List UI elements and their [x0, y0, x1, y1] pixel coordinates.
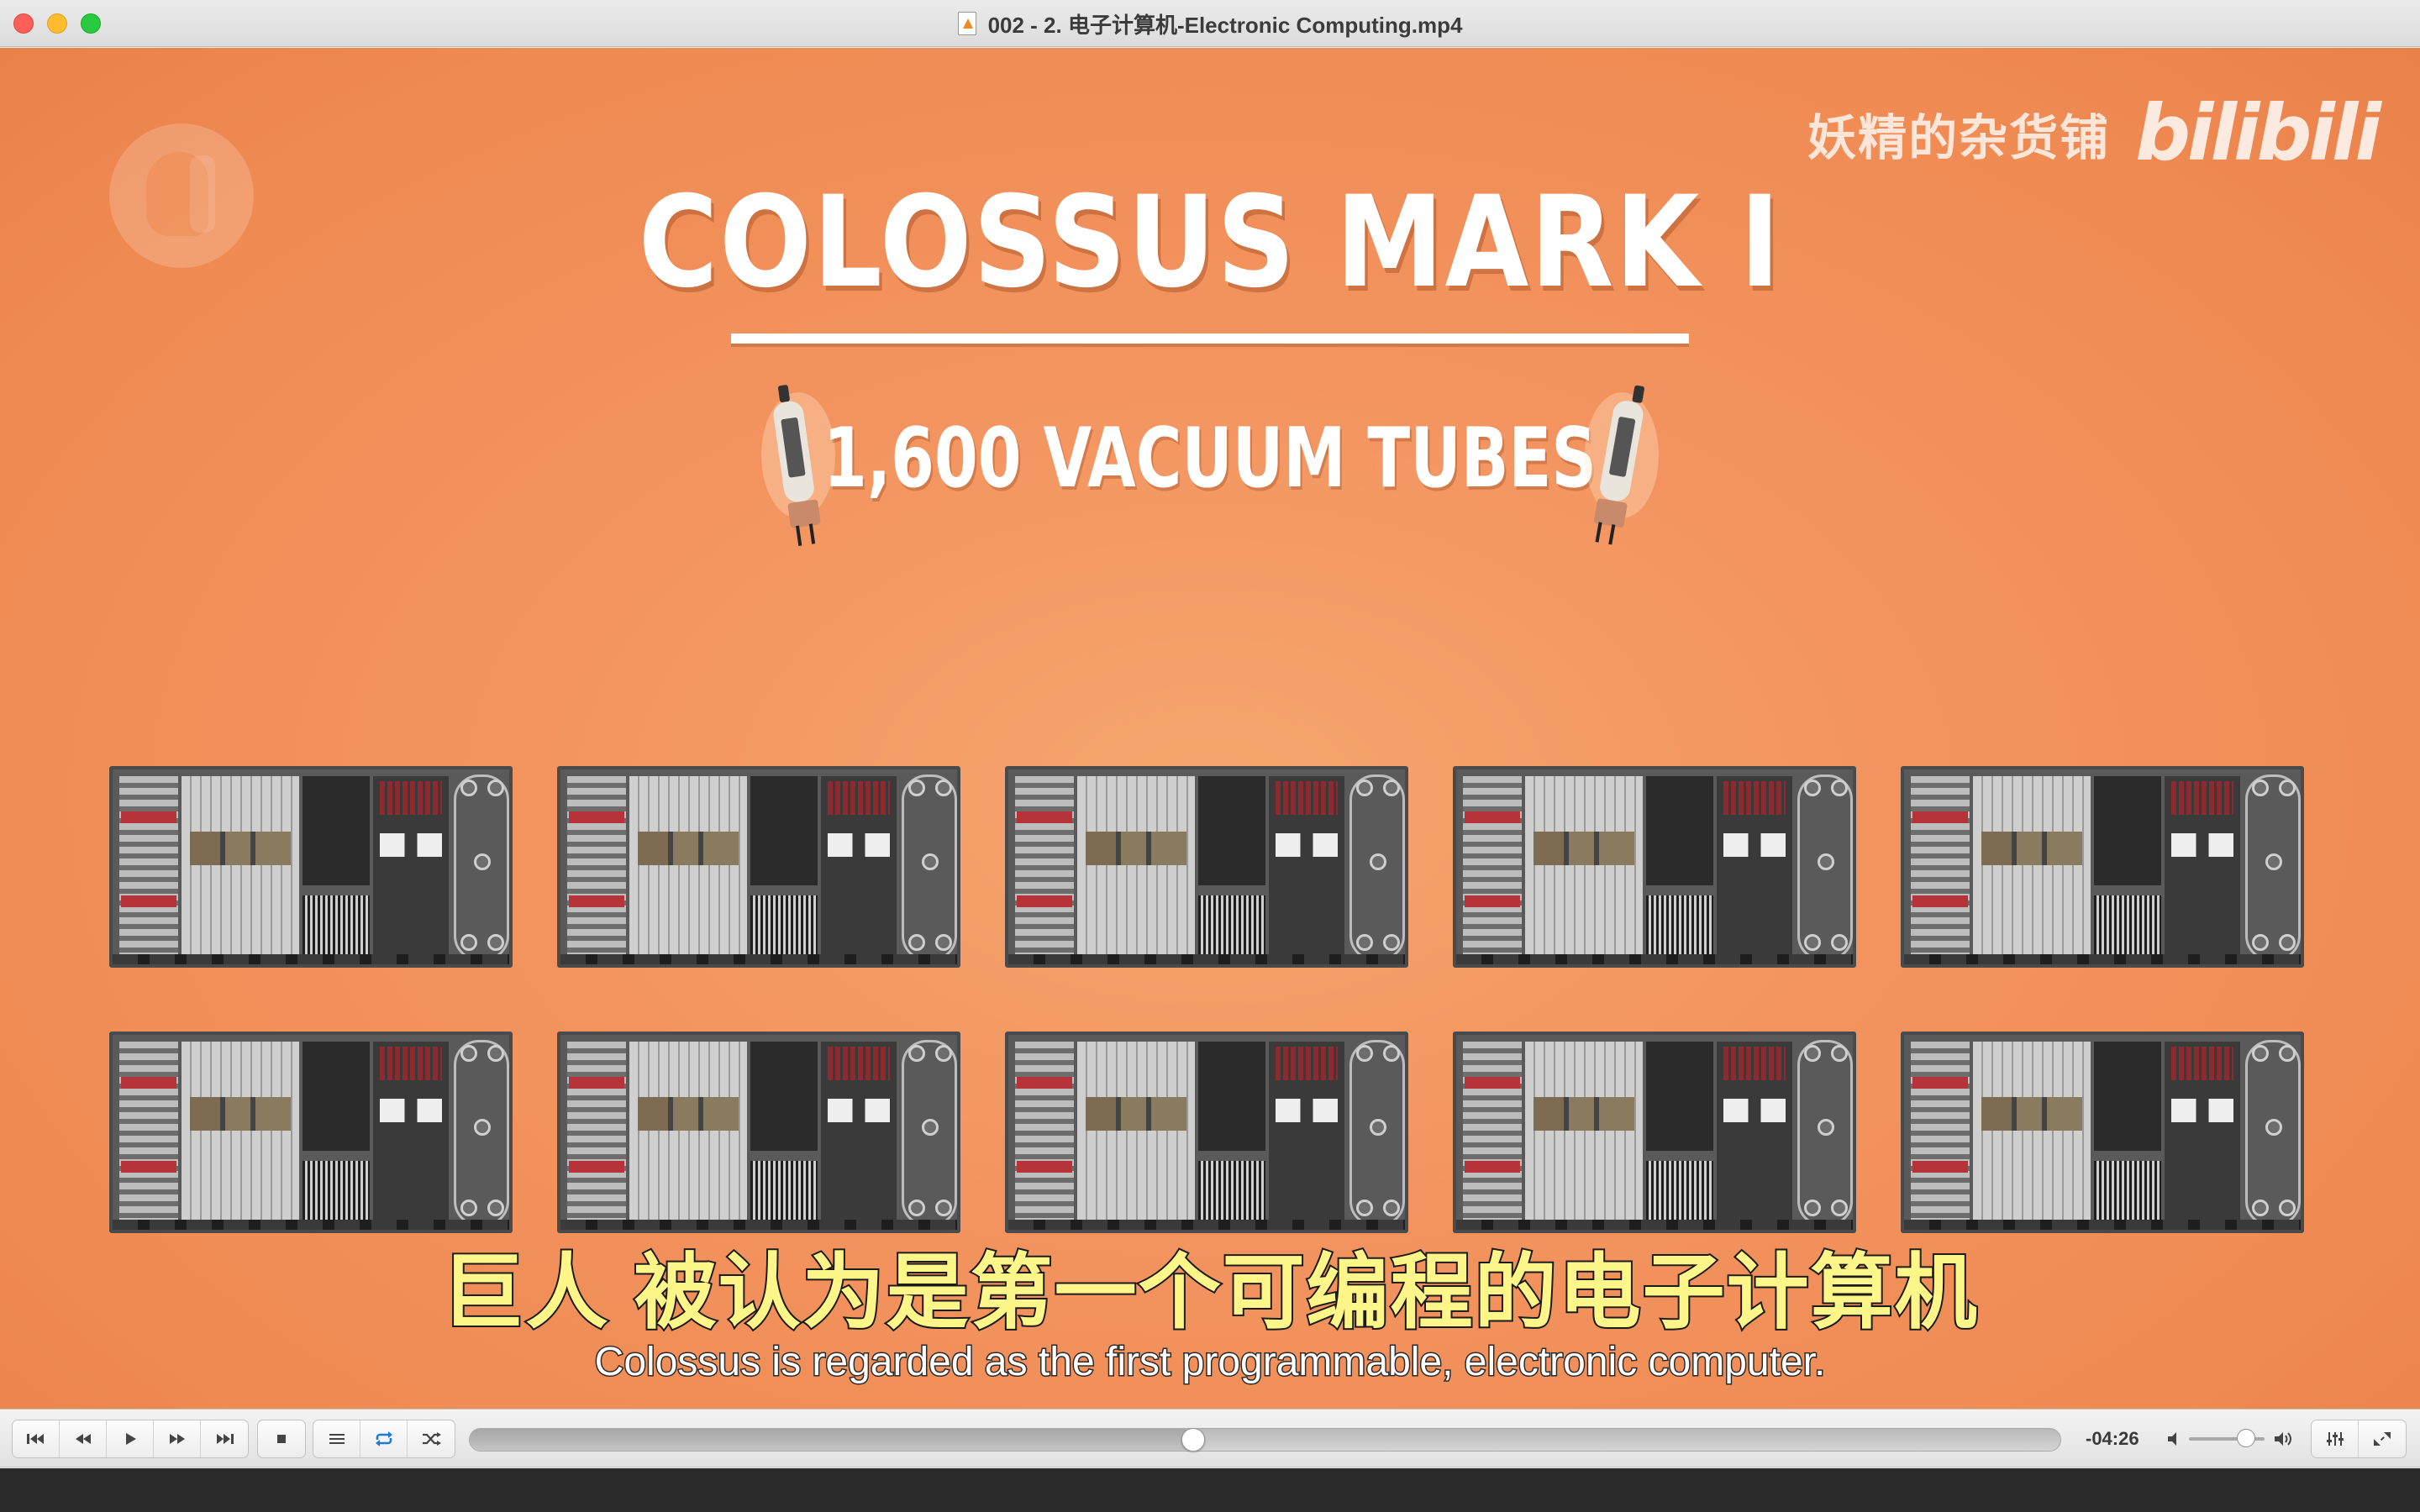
colossus-machine-illustration — [1901, 1032, 2304, 1233]
skip-to-end-icon — [217, 1434, 234, 1444]
rewind-icon — [75, 1434, 91, 1444]
fast-forward-button[interactable] — [154, 1420, 201, 1457]
loop-button[interactable] — [360, 1420, 408, 1457]
bilibili-logo: bilibili — [2135, 88, 2381, 178]
video-file-icon — [957, 12, 976, 35]
heading-underline — [731, 333, 1689, 344]
watermark-text: 妖精的杂货铺 — [1807, 110, 2111, 165]
playlist-mode-group — [313, 1420, 455, 1458]
colossus-machines-grid — [109, 766, 2311, 1236]
playlist-icon — [329, 1434, 345, 1444]
transport-button-group — [12, 1420, 249, 1458]
volume-slider-handle[interactable] — [2236, 1429, 2255, 1447]
shuffle-button[interactable] — [408, 1420, 455, 1457]
subtitle-chinese: 巨人 被认为是第一个可编程的电子计算机 — [439, 1244, 1979, 1340]
seek-bar-played — [470, 1429, 1194, 1451]
title-bar: 002 - 2. 电子计算机-Electronic Computing.mp4 — [0, 0, 2420, 47]
play-icon — [125, 1433, 136, 1445]
loop-icon — [375, 1431, 392, 1446]
colossus-machine-illustration — [109, 766, 513, 968]
video-frame[interactable]: 妖精的杂货铺 bilibili COLOSSUS MARK I 1,600 VA… — [0, 48, 2420, 1409]
volume-high-icon[interactable] — [2272, 1428, 2294, 1450]
window-title: 002 - 2. 电子计算机-Electronic Computing.mp4 — [987, 12, 1463, 38]
play-button[interactable] — [107, 1420, 154, 1457]
colossus-machine-illustration — [109, 1032, 513, 1233]
skip-forward-button[interactable] — [201, 1420, 248, 1457]
video-heading: COLOSSUS MARK I — [638, 170, 1782, 316]
volume-low-icon[interactable] — [2165, 1428, 2186, 1450]
stop-icon — [277, 1435, 286, 1443]
colossus-machine-illustration — [1453, 766, 1856, 968]
seek-bar[interactable] — [469, 1428, 2061, 1452]
volume-slider[interactable] — [2189, 1429, 2265, 1447]
vacuum-tube-icon-right — [1585, 385, 1659, 545]
skip-back-button[interactable] — [13, 1420, 60, 1457]
shuffle-icon — [423, 1432, 441, 1446]
colossus-machine-illustration — [1453, 1032, 1856, 1233]
fullscreen-icon — [2374, 1432, 2391, 1446]
equalizer-icon — [2326, 1432, 2344, 1446]
watermark: 妖精的杂货铺 bilibili — [1807, 88, 2381, 178]
fast-forward-icon — [169, 1434, 185, 1444]
playback-controls: -04:26 — [0, 1409, 2420, 1467]
stop-button-group — [257, 1420, 306, 1458]
media-player-window: 002 - 2. 电子计算机-Electronic Computing.mp4 … — [0, 0, 2420, 1512]
subtitle-english: Colossus is regarded as the first progra… — [593, 1339, 1827, 1386]
rewind-button[interactable] — [60, 1420, 107, 1457]
time-remaining: -04:26 — [2086, 1428, 2139, 1449]
colossus-machine-illustration — [557, 1032, 960, 1233]
fullscreen-button[interactable] — [2359, 1420, 2406, 1457]
colossus-machine-illustration — [1005, 766, 1408, 968]
colossus-machine-illustration — [1901, 766, 2304, 968]
video-subheading: 1,600 VACUUM TUBES — [823, 411, 1597, 507]
audio-effects-button[interactable] — [2312, 1420, 2359, 1457]
playlist-button[interactable] — [313, 1420, 360, 1457]
stop-button[interactable] — [258, 1420, 305, 1457]
extra-controls-group — [2311, 1420, 2407, 1458]
colossus-machine-illustration — [1005, 1032, 1408, 1233]
skip-to-start-icon — [26, 1434, 44, 1444]
seek-bar-handle[interactable] — [1181, 1428, 1206, 1452]
colossus-machine-illustration — [557, 766, 960, 968]
desktop-background-strip — [0, 1468, 2420, 1512]
